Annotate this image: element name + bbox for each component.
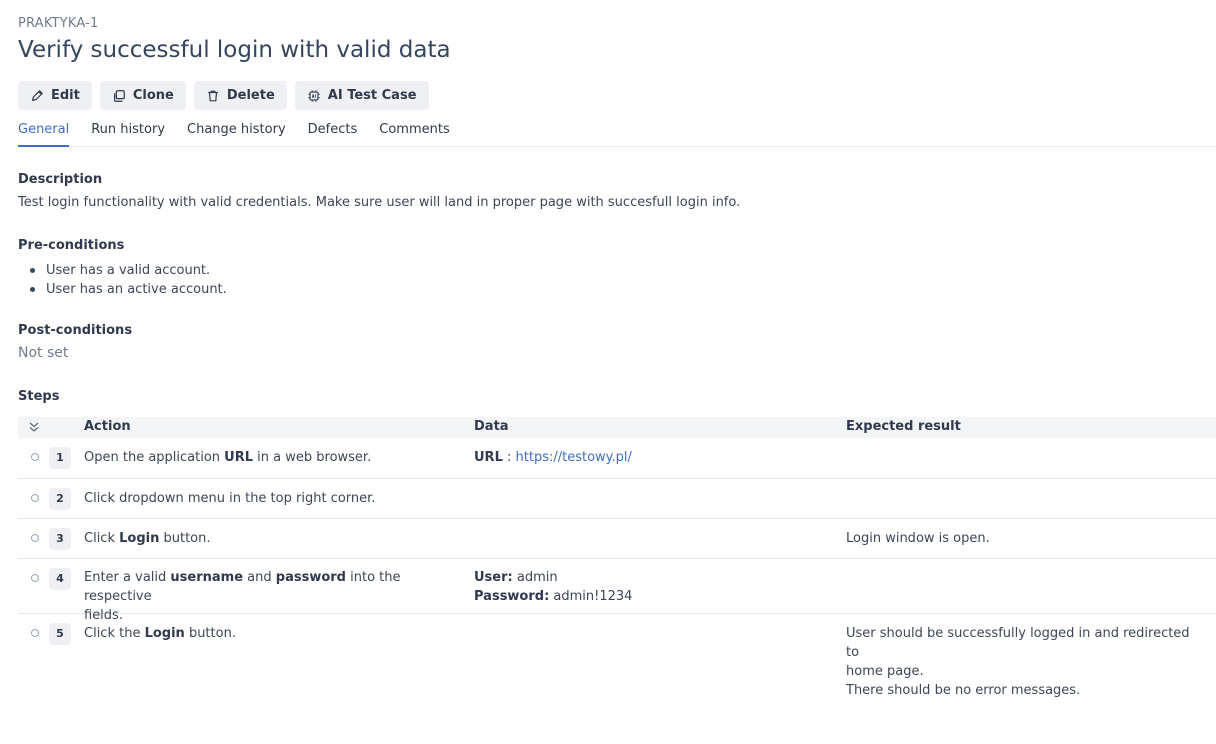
list-item: User has an active account. bbox=[30, 280, 227, 299]
column-expected-result: Expected result bbox=[846, 419, 961, 434]
table-row[interactable]: 2 Click dropdown menu in the top right c… bbox=[18, 479, 1216, 519]
edit-label: Edit bbox=[51, 88, 80, 103]
ai-chip-icon bbox=[308, 89, 320, 102]
ai-test-case-button[interactable]: AI Test Case bbox=[294, 81, 429, 110]
step-action: Click Login button. bbox=[84, 531, 211, 546]
list-item: User has a valid account. bbox=[30, 261, 227, 280]
step-action: Open the application URL in a web browse… bbox=[84, 450, 372, 465]
table-row[interactable]: 3 Click Login button. Login window is op… bbox=[18, 519, 1216, 559]
toolbar: Edit Clone Delete AI Test Case bbox=[18, 81, 429, 110]
description-label: Description bbox=[18, 172, 103, 187]
step-action: Click the Login button. bbox=[84, 626, 236, 641]
precondition-text: User has a valid account. bbox=[46, 263, 211, 278]
page-title: Verify successful login with valid data bbox=[18, 37, 451, 63]
step-number: 4 bbox=[49, 568, 71, 590]
clone-button[interactable]: Clone bbox=[99, 81, 186, 110]
table-header: Action Data Expected result bbox=[18, 417, 1216, 438]
bullet-icon bbox=[30, 287, 35, 292]
tab-general[interactable]: General bbox=[18, 120, 70, 147]
tab-run-history[interactable]: Run history bbox=[91, 120, 165, 147]
bullet-icon bbox=[30, 268, 35, 273]
step-radio[interactable] bbox=[31, 574, 39, 582]
step-radio[interactable] bbox=[31, 453, 39, 461]
step-number: 5 bbox=[49, 623, 71, 645]
tab-change-history[interactable]: Change history bbox=[187, 120, 286, 147]
step-number: 3 bbox=[49, 528, 71, 550]
url-link[interactable]: https://testowy.pl/ bbox=[516, 450, 632, 465]
issue-key: PRAKTYKA-1 bbox=[18, 16, 99, 31]
pencil-icon bbox=[32, 89, 43, 101]
ai-test-case-label: AI Test Case bbox=[327, 88, 417, 103]
table-row[interactable]: 4 Enter a valid username and password in… bbox=[18, 559, 1216, 623]
edit-button[interactable]: Edit bbox=[18, 81, 92, 110]
step-expected: Login window is open. bbox=[846, 531, 990, 546]
precondition-text: User has an active account. bbox=[46, 282, 227, 297]
column-data: Data bbox=[474, 419, 509, 434]
steps-table: Action Data Expected result 1 Open the a… bbox=[18, 417, 1216, 698]
tab-bar: General Run history Change history Defec… bbox=[18, 120, 1216, 147]
description-text: Test login functionality with valid cred… bbox=[18, 195, 741, 210]
collapse-all-icon[interactable] bbox=[28, 421, 40, 433]
step-expected: User should be successfully logged in an… bbox=[846, 626, 1190, 698]
step-radio[interactable] bbox=[31, 534, 39, 542]
step-radio[interactable] bbox=[31, 629, 39, 637]
step-number: 2 bbox=[49, 488, 71, 510]
preconditions-label: Pre-conditions bbox=[18, 238, 125, 253]
step-data: URL : https://testowy.pl/ bbox=[474, 450, 632, 465]
column-action: Action bbox=[84, 419, 131, 434]
tab-defects[interactable]: Defects bbox=[308, 120, 358, 147]
trash-icon bbox=[208, 90, 218, 101]
step-number: 1 bbox=[49, 447, 71, 469]
postconditions-label: Post-conditions bbox=[18, 323, 133, 338]
tab-comments[interactable]: Comments bbox=[379, 120, 449, 147]
postconditions-value: Not set bbox=[18, 345, 69, 361]
table-row[interactable]: 1 Open the application URL in a web brow… bbox=[18, 438, 1216, 479]
clone-label: Clone bbox=[132, 88, 174, 103]
table-row[interactable]: 5 Click the Login button. User should be… bbox=[18, 614, 1216, 698]
step-data: User: admin Password: admin!1234 bbox=[474, 570, 633, 604]
delete-label: Delete bbox=[226, 88, 275, 103]
step-radio[interactable] bbox=[31, 494, 39, 502]
step-action: Click dropdown menu in the top right cor… bbox=[84, 491, 376, 506]
steps-label: Steps bbox=[18, 389, 60, 404]
delete-button[interactable]: Delete bbox=[193, 81, 287, 110]
clone-icon bbox=[113, 89, 125, 102]
preconditions-list: User has a valid account. User has an ac… bbox=[30, 261, 227, 299]
